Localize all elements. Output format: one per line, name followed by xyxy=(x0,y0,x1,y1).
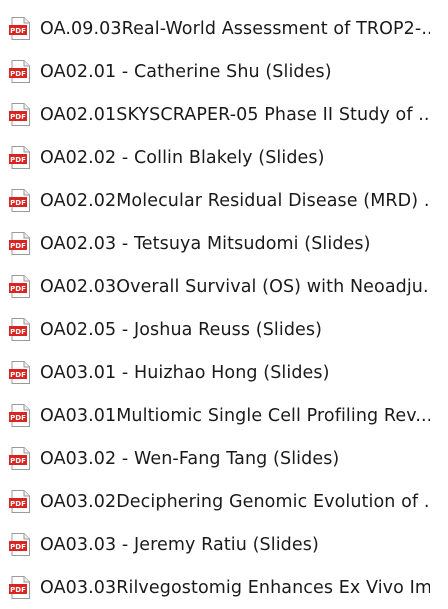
file-row[interactable]: PDF OA02.03 - Tetsuya Mitsudomi (Slides) xyxy=(0,222,448,265)
file-name: OA02.02Molecular Residual Disease (MRD) … xyxy=(40,190,430,211)
svg-text:PDF: PDF xyxy=(10,414,26,422)
pdf-file-icon: PDF xyxy=(9,17,31,40)
file-name: OA03.03Rilvegostomig Enhances Ex Vivo Im… xyxy=(40,577,430,598)
svg-text:PDF: PDF xyxy=(10,70,26,78)
file-name: OA02.05 - Joshua Reuss (Slides) xyxy=(40,319,323,340)
file-name: OA.09.03Real-World Assessment of TROP2-.… xyxy=(40,18,430,39)
pdf-file-icon: PDF xyxy=(9,404,31,427)
file-name: OA03.02Deciphering Genomic Evolution of … xyxy=(40,491,430,512)
pdf-file-icon: PDF xyxy=(9,189,31,212)
file-name: OA02.03Overall Survival (OS) with Neoadj… xyxy=(40,276,430,297)
file-name: OA03.01Multiomic Single Cell Profiling R… xyxy=(40,405,430,426)
file-row[interactable]: PDF OA02.05 - Joshua Reuss (Slides) xyxy=(0,308,448,351)
file-row[interactable]: PDF OA03.01 - Huizhao Hong (Slides) xyxy=(0,351,448,394)
svg-text:PDF: PDF xyxy=(10,242,26,250)
svg-text:PDF: PDF xyxy=(10,457,26,465)
file-row[interactable]: PDF OA02.01 - Catherine Shu (Slides) xyxy=(0,50,448,93)
file-name: OA02.01SKYSCRAPER-05 Phase II Study of .… xyxy=(40,104,430,125)
svg-text:PDF: PDF xyxy=(10,285,26,293)
pdf-file-icon: PDF xyxy=(9,103,31,126)
svg-text:PDF: PDF xyxy=(10,371,26,379)
svg-text:PDF: PDF xyxy=(10,543,26,551)
pdf-file-icon: PDF xyxy=(9,318,31,341)
pdf-file-icon: PDF xyxy=(9,576,31,599)
pdf-file-icon: PDF xyxy=(9,60,31,83)
svg-text:PDF: PDF xyxy=(10,156,26,164)
file-name: OA03.03 - Jeremy Ratiu (Slides) xyxy=(40,534,319,555)
pdf-file-icon: PDF xyxy=(9,361,31,384)
file-row[interactable]: PDF OA02.02 - Collin Blakely (Slides) xyxy=(0,136,448,179)
file-row[interactable]: PDF OA03.03Rilvegostomig Enhances Ex Vivo… xyxy=(0,566,448,609)
pdf-file-icon: PDF xyxy=(9,146,31,169)
pdf-file-icon: PDF xyxy=(9,447,31,470)
file-row[interactable]: PDF OA02.01SKYSCRAPER-05 Phase II Study o… xyxy=(0,93,448,136)
svg-text:PDF: PDF xyxy=(10,328,26,336)
file-row[interactable]: PDF OA02.03Overall Survival (OS) with Neo… xyxy=(0,265,448,308)
svg-text:PDF: PDF xyxy=(10,199,26,207)
svg-text:PDF: PDF xyxy=(10,113,26,121)
pdf-file-icon: PDF xyxy=(9,533,31,556)
file-row[interactable]: PDF OA02.02Molecular Residual Disease (MR… xyxy=(0,179,448,222)
file-row[interactable]: PDF OA03.02Deciphering Genomic Evolution … xyxy=(0,480,448,523)
file-list: PDF OA.09.03Real-World Assessment of TROP… xyxy=(0,0,448,602)
svg-text:PDF: PDF xyxy=(10,500,26,508)
file-name: OA02.03 - Tetsuya Mitsudomi (Slides) xyxy=(40,233,371,254)
file-row[interactable]: PDF OA.09.03Real-World Assessment of TROP… xyxy=(0,7,448,50)
file-row[interactable]: PDF OA03.01Multiomic Single Cell Profilin… xyxy=(0,394,448,437)
svg-text:PDF: PDF xyxy=(10,586,26,594)
file-name: OA02.02 - Collin Blakely (Slides) xyxy=(40,147,325,168)
svg-text:PDF: PDF xyxy=(10,27,26,35)
file-name: OA03.01 - Huizhao Hong (Slides) xyxy=(40,362,330,383)
file-name: OA02.01 - Catherine Shu (Slides) xyxy=(40,61,332,82)
file-name: OA03.02 - Wen-Fang Tang (Slides) xyxy=(40,448,340,469)
file-row[interactable]: PDF OA03.03 - Jeremy Ratiu (Slides) xyxy=(0,523,448,566)
pdf-file-icon: PDF xyxy=(9,275,31,298)
pdf-file-icon: PDF xyxy=(9,232,31,255)
file-row[interactable]: PDF OA03.02 - Wen-Fang Tang (Slides) xyxy=(0,437,448,480)
pdf-file-icon: PDF xyxy=(9,490,31,513)
